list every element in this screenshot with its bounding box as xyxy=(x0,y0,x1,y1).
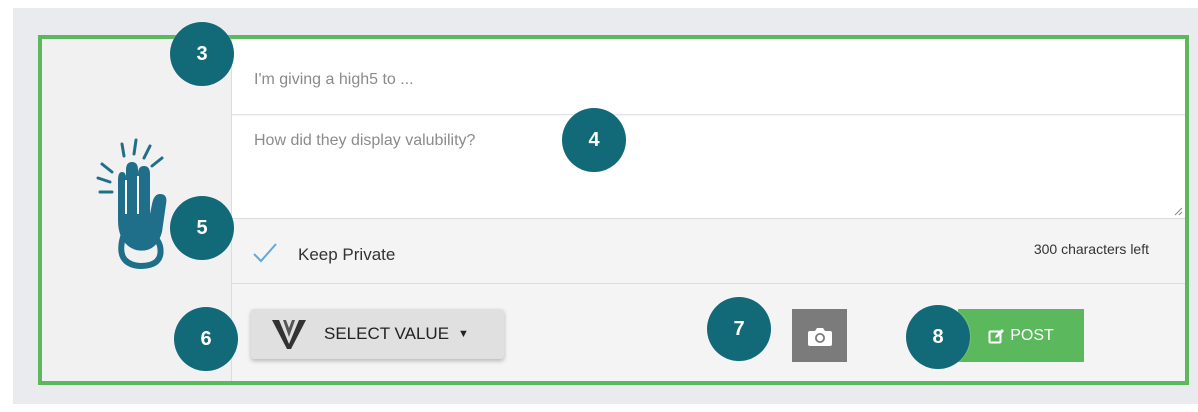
callout-badge-8: 8 xyxy=(906,305,970,369)
post-label: POST xyxy=(1010,326,1054,344)
check-icon[interactable] xyxy=(252,242,278,264)
callout-badge-5: 5 xyxy=(170,196,234,260)
callout-badge-3: 3 xyxy=(170,22,234,86)
post-button[interactable]: POST xyxy=(958,309,1084,362)
camera-icon xyxy=(807,327,832,346)
callout-badge-7: 7 xyxy=(707,297,771,361)
recipient-row xyxy=(232,39,1185,115)
edit-icon xyxy=(988,328,1005,343)
camera-button[interactable] xyxy=(792,309,847,362)
select-value-label: SELECT VALUE xyxy=(324,324,450,343)
private-row: Keep Private 300 characters left xyxy=(232,220,1185,284)
recipient-input[interactable] xyxy=(252,61,1136,99)
callout-badge-6: 6 xyxy=(174,307,238,371)
resize-grip-icon[interactable] xyxy=(1173,206,1183,216)
message-textarea[interactable] xyxy=(252,130,1156,204)
caret-down-icon: ▼ xyxy=(458,328,469,340)
keep-private-label: Keep Private xyxy=(298,245,396,264)
message-row xyxy=(232,116,1185,219)
callout-badge-4: 4 xyxy=(562,108,626,172)
select-value-button[interactable]: SELECT VALUE ▼ xyxy=(251,309,504,359)
characters-left-counter: 300 characters left xyxy=(1033,241,1149,257)
high5-hand-icon xyxy=(96,138,167,270)
v-logo-icon xyxy=(272,320,306,349)
